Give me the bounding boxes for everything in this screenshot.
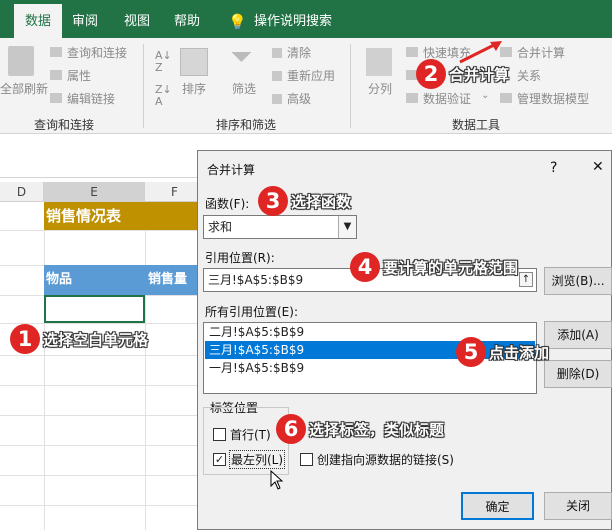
callout-text: 合并计算: [449, 65, 510, 84]
text-to-columns-icon: [366, 48, 392, 76]
text-to-columns-button[interactable]: 分列: [368, 80, 392, 97]
refresh-all-button[interactable]: 全部刷新: [0, 80, 48, 97]
sort-za-icon[interactable]: Z↓ A: [155, 84, 172, 108]
all-references-label: 所有引用位置(E):: [205, 305, 298, 319]
mouse-cursor-icon: [270, 470, 284, 490]
callout-2: 2 合并计算: [416, 59, 509, 89]
group-label-sort-filter: 排序和筛选: [216, 118, 277, 132]
callout-badge: 1: [10, 324, 40, 354]
data-validation-icon: [406, 93, 418, 103]
reference-input-value: 三月!$A$5:$B$9: [208, 273, 304, 287]
queries-icon: [50, 47, 62, 57]
group-label-queries: 查询和连接: [34, 118, 95, 132]
clear-icon: [272, 48, 282, 58]
ribbon-separator: [350, 44, 351, 128]
advanced-button[interactable]: 高级: [287, 90, 311, 107]
callout-text: 选择标签，类似标题: [309, 420, 445, 439]
filter-button[interactable]: 筛选: [232, 80, 256, 97]
sort-dialog-icon: [180, 48, 208, 76]
data-validation-button[interactable]: 数据验证: [423, 90, 471, 107]
tab-view[interactable]: 视图: [124, 0, 150, 38]
selected-cell[interactable]: [44, 295, 145, 323]
callout-text: 选择函数: [291, 192, 352, 211]
ribbon-separator: [143, 44, 144, 128]
callout-1: 1 选择空白单元格: [10, 324, 148, 354]
left-column-label: 最左列(L): [229, 450, 286, 469]
ribbon-tab-bar: 数据 审阅 视图 帮助 💡 操作说明搜索: [0, 0, 612, 46]
help-icon[interactable]: ?: [550, 160, 557, 176]
header-sales-cell[interactable]: 销售量: [145, 265, 205, 295]
reference-label: 引用位置(R):: [205, 251, 275, 265]
dialog-title: 合并计算: [207, 163, 256, 177]
callout-3: 3 选择函数: [258, 186, 351, 216]
browse-button[interactable]: 浏览(B)...: [544, 267, 612, 295]
top-row-checkbox[interactable]: [213, 428, 226, 441]
flash-fill-icon: [406, 47, 418, 57]
create-links-label: 创建指向源数据的链接(S): [317, 453, 454, 467]
data-model-icon: [500, 93, 512, 103]
callout-badge: 3: [258, 186, 288, 216]
close-icon[interactable]: ✕: [592, 159, 604, 175]
funnel-icon: ⏷: [230, 40, 253, 73]
callout-text: 选择空白单元格: [43, 330, 149, 349]
edit-links-icon: [50, 93, 62, 103]
sheet-title-cell[interactable]: 销售情况表: [44, 202, 204, 230]
callout-badge: 4: [350, 252, 380, 282]
refresh-all-icon: [8, 46, 34, 76]
close-button[interactable]: 关闭: [544, 492, 612, 520]
reapply-button[interactable]: 重新应用: [287, 67, 335, 84]
delete-button[interactable]: 删除(D): [544, 360, 612, 388]
sort-button[interactable]: 排序: [182, 80, 206, 97]
chevron-down-icon[interactable]: ⌄: [481, 90, 489, 101]
edit-links-button[interactable]: 编辑链接: [67, 90, 115, 107]
tab-review[interactable]: 审阅: [72, 0, 98, 38]
sort-az-icon[interactable]: A↓ Z: [155, 50, 172, 74]
ribbon: 全部刷新 查询和连接 属性 编辑链接 查询和连接 A↓ Z Z↓ A 排序 ⏷ 筛选…: [0, 38, 612, 134]
callout-4: 4 要计算的单元格范围: [350, 252, 518, 282]
function-label: 函数(F):: [205, 197, 250, 211]
lightbulb-icon: 💡: [228, 13, 247, 31]
callout-text: 要计算的单元格范围: [383, 258, 519, 277]
callout-badge: 2: [416, 59, 446, 89]
left-column-checkbox[interactable]: ✓: [213, 453, 226, 466]
manage-data-model-button[interactable]: 管理数据模型: [517, 90, 589, 107]
callout-text: 点击添加: [489, 343, 550, 362]
function-select[interactable]: 求和 ▼: [203, 215, 357, 239]
header-item-cell[interactable]: 物品: [44, 265, 145, 295]
column-header-d[interactable]: D: [0, 182, 44, 202]
group-label-data-tools: 数据工具: [452, 118, 501, 132]
callout-5: 5 点击添加: [456, 337, 549, 367]
advanced-filter-icon: [272, 94, 282, 104]
callout-badge: 5: [456, 337, 486, 367]
callout-badge: 6: [276, 414, 306, 444]
add-button[interactable]: 添加(A): [544, 321, 612, 349]
create-links-checkbox[interactable]: [300, 453, 313, 466]
relationships-button[interactable]: 关系: [517, 67, 541, 84]
properties-button[interactable]: 属性: [67, 67, 91, 84]
collapse-dialog-icon[interactable]: ↑: [519, 272, 533, 287]
properties-icon: [50, 70, 62, 80]
tab-help[interactable]: 帮助: [174, 0, 200, 38]
column-header-f[interactable]: F: [145, 182, 205, 202]
column-header-e[interactable]: E: [44, 182, 145, 202]
chevron-down-icon[interactable]: ▼: [338, 216, 356, 238]
clear-button[interactable]: 清除: [287, 44, 311, 61]
tab-tell-me[interactable]: 操作说明搜索: [254, 0, 332, 38]
callout-6: 6 选择标签，类似标题: [276, 414, 444, 444]
ok-button[interactable]: 确定: [461, 492, 534, 520]
function-select-value: 求和: [208, 220, 233, 234]
queries-connections-button[interactable]: 查询和连接: [67, 44, 127, 61]
reapply-icon: [272, 71, 282, 81]
top-row-label: 首行(T): [230, 428, 271, 442]
consolidate-button[interactable]: 合并计算: [517, 44, 565, 61]
